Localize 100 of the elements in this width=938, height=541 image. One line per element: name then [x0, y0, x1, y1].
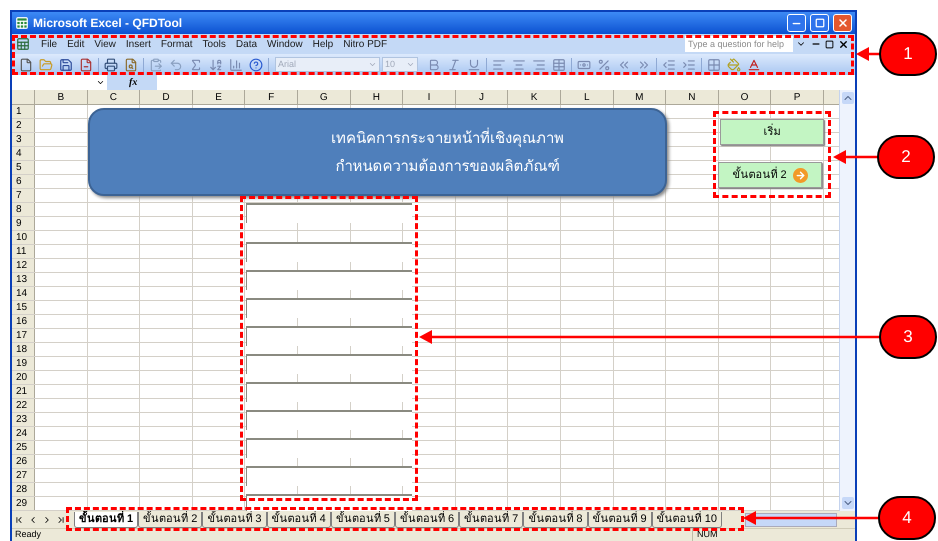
row-header[interactable]: 12 [12, 259, 35, 272]
maximize-button[interactable] [810, 14, 829, 32]
sheet-tab[interactable]: ขั้นตอนที่ 2 [138, 512, 202, 528]
column-header[interactable]: C [88, 90, 140, 104]
row-header[interactable]: 3 [12, 133, 35, 146]
arrow [833, 150, 878, 164]
start-button[interactable]: เริ่ม [720, 119, 824, 145]
function-label: fx [129, 76, 138, 90]
menu-item[interactable]: View [89, 36, 121, 52]
menu-item[interactable]: Nitro PDF [338, 36, 392, 52]
row-header[interactable]: 13 [12, 273, 35, 286]
column-header[interactable]: H [350, 90, 404, 104]
row-header[interactable]: 8 [12, 203, 35, 216]
row-header[interactable]: 25 [12, 441, 35, 454]
menu-item[interactable]: Help [308, 36, 338, 52]
row-header[interactable]: 9 [12, 217, 35, 230]
menu-item[interactable]: Data [230, 36, 262, 52]
row-header[interactable]: 6 [12, 175, 35, 188]
caret-icon [406, 60, 415, 69]
row-header[interactable]: 21 [12, 385, 35, 398]
row-header[interactable]: 23 [12, 413, 35, 426]
column-header[interactable]: O [718, 90, 772, 104]
menu-item[interactable]: Format [156, 36, 198, 52]
text-box[interactable] [246, 298, 412, 318]
row-header[interactable]: 4 [12, 147, 35, 160]
close-icon[interactable] [838, 38, 849, 50]
menu-item[interactable]: File [36, 36, 62, 52]
vertical-scrollbar[interactable] [839, 90, 855, 511]
column-header[interactable]: E [192, 90, 246, 104]
row-header[interactable]: 19 [12, 357, 35, 370]
column-header[interactable]: N [666, 90, 719, 104]
sheet-tab[interactable]: ขั้นตอนที่ 3 [202, 512, 267, 528]
column-header[interactable]: B [35, 90, 88, 104]
row-header[interactable]: 11 [12, 245, 35, 258]
row-header[interactable]: 7 [12, 189, 35, 202]
callout-marker: 2 [877, 135, 935, 179]
column-header[interactable]: P [771, 90, 824, 104]
row-header[interactable]: 22 [12, 399, 35, 412]
next-step-button[interactable]: ขั้นตอนที่ 2 [718, 162, 822, 188]
sheet-tab[interactable]: ขั้นตอนที่ 8 [523, 512, 588, 528]
status-message: Ready [15, 528, 42, 541]
text-box[interactable] [246, 382, 412, 402]
sheet-tab[interactable]: ขั้นตอนที่ 9 [588, 512, 652, 528]
row-header[interactable]: 17 [12, 329, 35, 342]
text-box[interactable] [246, 438, 412, 458]
sheet-tab[interactable]: ขั้นตอนที่ 10 [652, 512, 722, 528]
row-header[interactable]: 16 [12, 315, 35, 328]
text-box[interactable] [246, 354, 412, 374]
workbook-icon [16, 37, 30, 51]
row-header[interactable]: 10 [12, 231, 35, 244]
column-header[interactable]: G [298, 90, 351, 104]
sheet-tab[interactable]: ขั้นตอนที่ 6 [394, 512, 460, 528]
row-header[interactable]: 5 [12, 161, 35, 174]
column-header[interactable]: J [456, 90, 508, 104]
status-indicator: NUM [692, 528, 752, 541]
menu-item[interactable]: Insert [120, 36, 156, 52]
row-header[interactable]: 24 [12, 427, 35, 440]
window-title: Microsoft Excel - QFDTool [33, 15, 184, 32]
column-header[interactable]: L [560, 90, 614, 104]
first-sheet-icon[interactable] [14, 514, 24, 524]
column-header[interactable]: F [245, 90, 298, 104]
banner-text: เทคนิคการกระจายหน้าที่เชิงคุณภาพ [330, 129, 564, 147]
column-header[interactable]: D [140, 90, 193, 104]
row-header[interactable]: 15 [12, 301, 35, 314]
text-box[interactable] [246, 466, 412, 486]
arrow [856, 47, 880, 61]
close-button[interactable] [833, 14, 852, 32]
row-header[interactable]: 2 [12, 119, 35, 132]
row-header[interactable]: 14 [12, 287, 35, 300]
row-header[interactable]: 29 [12, 497, 35, 510]
row-header[interactable]: 26 [12, 455, 35, 468]
dropdown-icon[interactable] [96, 78, 105, 87]
menu-item[interactable]: Window [262, 36, 308, 52]
last-sheet-icon[interactable] [56, 514, 66, 524]
help-search-field[interactable]: Type a question for help [685, 36, 793, 52]
caret-icon [368, 60, 377, 69]
scroll-up-icon[interactable] [842, 92, 854, 104]
text-box[interactable] [246, 203, 412, 223]
row-header[interactable]: 28 [12, 483, 35, 496]
scroll-down-icon[interactable] [842, 497, 854, 509]
text-box[interactable] [246, 270, 412, 290]
restore-icon[interactable] [825, 40, 834, 48]
column-header[interactable]: I [403, 90, 456, 104]
callout-marker: 1 [879, 32, 937, 76]
text-box[interactable] [246, 326, 412, 346]
sheet-tab[interactable]: ขั้นตอนที่ 4 [266, 512, 331, 528]
row-header[interactable]: 1 [12, 105, 35, 118]
column-header[interactable]: K [508, 90, 561, 104]
row-header[interactable]: 18 [12, 343, 35, 356]
minimize-button[interactable] [787, 14, 806, 32]
sheet-tab[interactable]: ขั้นตอนที่ 7 [459, 512, 524, 528]
row-header[interactable]: 20 [12, 371, 35, 384]
row-header[interactable]: 27 [12, 469, 35, 482]
column-header[interactable]: M [614, 90, 666, 104]
menu-item[interactable]: Tools [198, 36, 231, 52]
menu-item[interactable]: Edit [62, 36, 90, 52]
text-box[interactable] [246, 410, 412, 430]
sheet-tab[interactable]: ขั้นตอนที่ 5 [330, 512, 395, 528]
sheet-tab[interactable]: ขั้นตอนที่ 1 [74, 512, 138, 528]
text-box[interactable] [246, 242, 412, 262]
